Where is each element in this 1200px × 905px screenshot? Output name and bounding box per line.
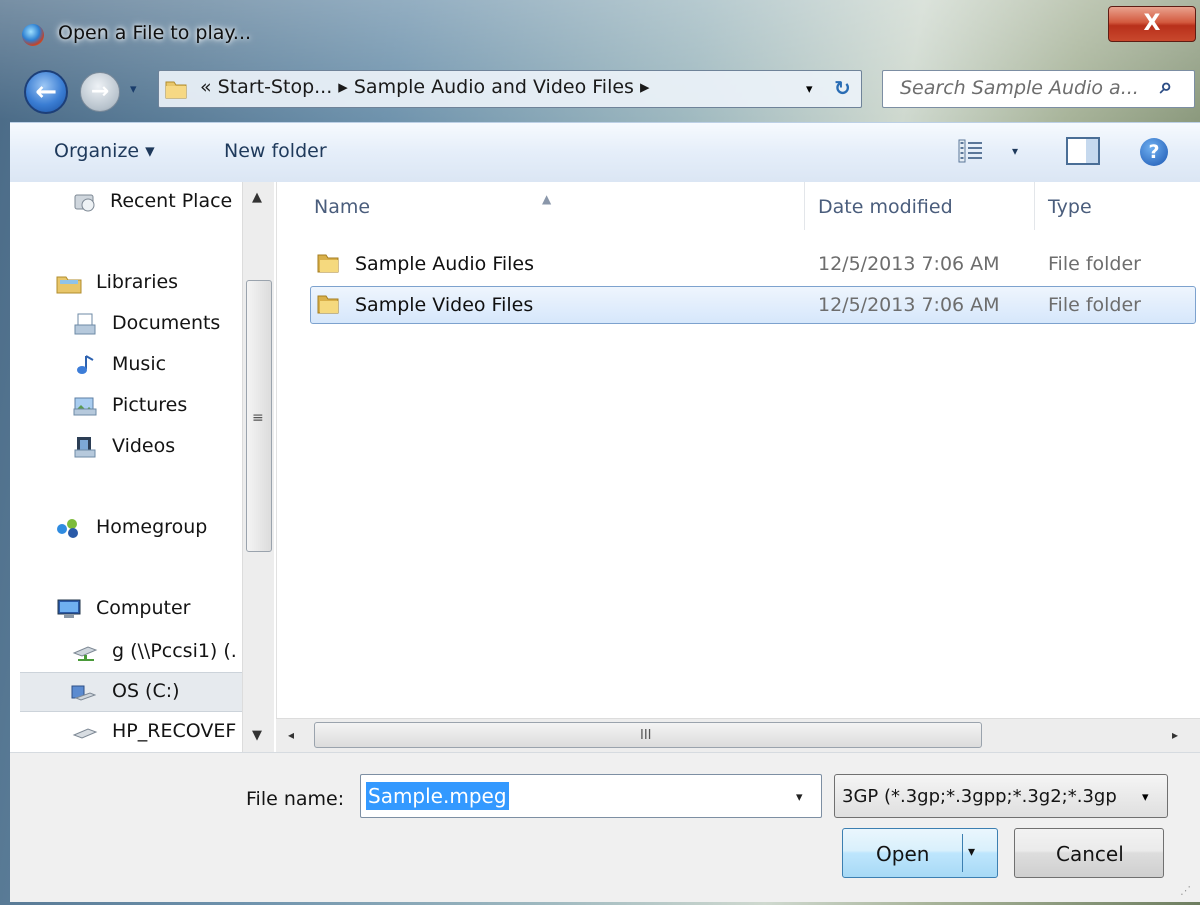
file-row-name[interactable]: Sample Audio Files — [355, 253, 534, 275]
sidebar-item-videos[interactable]: Videos — [112, 435, 175, 457]
navigation-pane — [10, 182, 276, 752]
music-icon — [77, 355, 94, 374]
preview-pane-icon[interactable] — [1066, 137, 1100, 165]
file-type-value[interactable]: 3GP (*.3gp;*.3gpp;*.3g2;*.3gp — [842, 786, 1134, 807]
file-row-name[interactable]: Sample Video Files — [355, 294, 533, 316]
column-divider[interactable] — [804, 182, 805, 230]
scroll-grip-icon: ≡ — [252, 410, 264, 426]
folder-icon — [317, 295, 339, 314]
file-name-dropdown-button[interactable]: ▾ — [796, 790, 803, 805]
drive-icon — [72, 728, 98, 739]
window-title: Open a File to play... — [58, 22, 252, 44]
documents-icon — [74, 313, 96, 335]
scroll-up-arrow[interactable]: ▲ — [252, 190, 262, 205]
folder-icon — [165, 81, 187, 99]
libraries-icon — [56, 276, 82, 294]
videos-icon — [74, 437, 96, 458]
search-input[interactable]: Search Sample Audio a... — [900, 77, 1139, 99]
file-row-type: File folder — [1048, 294, 1141, 316]
column-header-date-modified[interactable]: Date modified — [818, 196, 953, 218]
scroll-right-arrow[interactable]: ▸ — [1172, 728, 1178, 742]
sidebar-item-homegroup[interactable]: Homegroup — [96, 516, 207, 538]
pictures-icon — [73, 397, 97, 416]
open-button-label[interactable]: Open — [876, 842, 929, 866]
file-type-dropdown-button[interactable]: ▾ — [1142, 790, 1149, 805]
search-icon[interactable]: ⌕ — [1160, 74, 1172, 99]
sidebar-item-libraries[interactable]: Libraries — [96, 271, 178, 293]
forward-button[interactable]: → — [80, 72, 120, 112]
new-folder-button[interactable]: New folder — [224, 140, 327, 162]
sidebar-item-documents[interactable]: Documents — [112, 312, 220, 334]
computer-icon — [57, 599, 81, 618]
scroll-left-arrow[interactable]: ◂ — [288, 728, 294, 742]
scroll-down-arrow[interactable]: ▼ — [252, 728, 262, 743]
resize-grip-icon[interactable]: ⋰ — [1180, 884, 1191, 897]
change-view-icon[interactable] — [958, 138, 988, 164]
address-dropdown-button[interactable]: ▾ — [806, 82, 813, 97]
scroll-grip-icon: III — [640, 728, 652, 743]
recent-pages-dropdown[interactable]: ▾ — [130, 82, 137, 97]
file-row-date: 12/5/2013 7:06 AM — [818, 253, 1000, 275]
cancel-button-label[interactable]: Cancel — [1056, 842, 1124, 866]
file-name-value[interactable]: Sample.mpeg — [366, 782, 509, 810]
sidebar-item-music[interactable]: Music — [112, 353, 166, 375]
file-name-label: File name: — [246, 788, 345, 810]
refresh-icon[interactable]: ↻ — [834, 76, 851, 100]
local-disk-icon — [71, 685, 96, 701]
column-header-type[interactable]: Type — [1048, 196, 1092, 218]
file-row-type: File folder — [1048, 253, 1141, 275]
file-row-date: 12/5/2013 7:06 AM — [818, 294, 1000, 316]
column-divider[interactable] — [1034, 182, 1035, 230]
organize-button[interactable]: Organize ▾ — [54, 140, 155, 162]
sidebar-item-pictures[interactable]: Pictures — [112, 394, 187, 416]
app-icon — [22, 24, 44, 46]
close-button[interactable]: X — [1108, 6, 1196, 42]
sidebar-item-hp-recovery[interactable]: HP_RECOVEF — [112, 720, 236, 742]
sidebar-item-recent-places[interactable]: Recent Place — [110, 190, 232, 212]
recent-places-icon — [74, 194, 95, 212]
command-toolbar — [10, 122, 1200, 182]
open-options-dropdown-button[interactable]: ▾ — [968, 844, 975, 860]
help-icon[interactable]: ? — [1140, 138, 1168, 166]
open-button-split-divider — [962, 834, 963, 872]
homegroup-icon — [57, 519, 78, 538]
sort-ascending-icon: ▲ — [542, 192, 552, 206]
folder-icon — [317, 254, 339, 273]
column-header-name[interactable]: Name — [314, 196, 370, 218]
breadcrumb[interactable]: « Start-Stop... ▸ Sample Audio and Video… — [200, 76, 650, 98]
views-dropdown-button[interactable]: ▾ — [1012, 144, 1018, 158]
sidebar-item-network-drive[interactable]: g (\\Pccsi1) (. — [112, 640, 237, 662]
back-button[interactable]: ← — [24, 70, 68, 114]
sidebar-item-computer[interactable]: Computer — [96, 597, 190, 619]
title-bar: Open a File to play... X — [0, 0, 1200, 62]
network-drive-icon — [72, 646, 98, 661]
sidebar-item-os-c[interactable]: OS (C:) — [112, 680, 180, 702]
